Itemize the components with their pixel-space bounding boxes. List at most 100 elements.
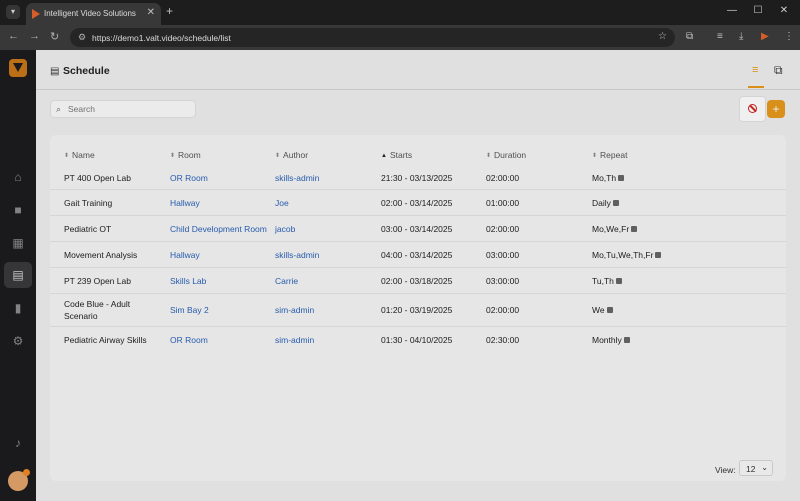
- cell-starts: 01:20 - 03/19/2025: [381, 305, 453, 315]
- page-size-select[interactable]: 12 ⌄: [739, 460, 773, 476]
- settings-icon[interactable]: ⚙: [0, 328, 36, 354]
- column-header-author[interactable]: ⬍ Author: [275, 150, 308, 160]
- cell-room-link[interactable]: Skills Lab: [170, 276, 206, 286]
- browser-tabstrip: ▾ Intelligent Video Solutions ✕ + — ☐ ✕: [0, 0, 800, 25]
- cell-room-link[interactable]: OR Room: [170, 335, 208, 345]
- cell-room-link[interactable]: Child Development Room: [170, 224, 267, 234]
- minimize-icon[interactable]: —: [726, 5, 738, 16]
- schedule-table: ⬍ Name ⬍ Room ⬍ Author ▲ Starts ⬍ Duration ⬍ R…: [50, 135, 786, 481]
- user-avatar[interactable]: [8, 469, 30, 491]
- home-icon[interactable]: ⌂: [0, 164, 36, 190]
- table-row[interactable]: Pediatric OT Child Development Room jaco…: [50, 216, 786, 242]
- extensions-icon[interactable]: ⧉: [686, 31, 693, 42]
- cell-author-link[interactable]: skills-admin: [275, 173, 319, 183]
- cell-name: Pediatric OT: [64, 224, 112, 234]
- cell-author-link[interactable]: skills-admin: [275, 250, 319, 260]
- search-input[interactable]: [68, 103, 190, 115]
- reload-icon[interactable]: ↻: [50, 30, 59, 43]
- cell-name: Pediatric Airway Skills: [64, 335, 147, 345]
- cell-name: Code Blue - Adult Scenario: [64, 299, 131, 321]
- main-content: ▤ Schedule ≡ ⧉ ⌕ + ⬍Name ⬍Room ⬍Author ▲…: [36, 50, 800, 501]
- cell-room-link[interactable]: OR Room: [170, 173, 208, 183]
- notifications-bell-icon[interactable]: ♪: [0, 430, 36, 456]
- tab-search-icon[interactable]: ▾: [6, 5, 20, 19]
- app-sidebar: ⌂ ■ ▦ ▤ ▮ ⚙ ♪: [0, 50, 36, 501]
- cell-duration: 03:00:00: [486, 276, 520, 286]
- bookmark-star-icon[interactable]: ☆: [658, 31, 667, 42]
- sort-icon: ⬍: [64, 153, 70, 159]
- repeat-info-icon[interactable]: [655, 252, 662, 258]
- repeat-info-icon[interactable]: [623, 337, 630, 343]
- cancel-schedule-button[interactable]: [740, 97, 765, 121]
- address-url: https://demo1.valt.video/schedule/list: [92, 33, 231, 43]
- cell-room-link[interactable]: Hallway: [170, 198, 200, 208]
- column-header-duration[interactable]: ⬍ Duration: [486, 150, 526, 160]
- cell-repeat: Tu,Th: [592, 276, 622, 286]
- site-info-icon[interactable]: ⚙: [78, 32, 86, 43]
- cell-starts: 02:00 - 03/14/2025: [381, 198, 453, 208]
- cell-author-link[interactable]: Carrie: [275, 276, 298, 286]
- cell-starts: 01:30 - 04/10/2025: [381, 335, 453, 345]
- browser-tab[interactable]: Intelligent Video Solutions ✕: [26, 3, 161, 25]
- calendar-view-icon[interactable]: ⧉: [774, 63, 783, 78]
- cell-duration: 01:00:00: [486, 198, 520, 208]
- table-row[interactable]: Movement Analysis Hallway skills-admin 0…: [50, 242, 786, 268]
- forward-icon[interactable]: →: [29, 30, 40, 42]
- column-header-starts[interactable]: ▲ Starts: [381, 150, 412, 160]
- app-logo-icon[interactable]: [9, 59, 27, 77]
- cell-room-link[interactable]: Hallway: [170, 250, 200, 260]
- cell-author-link[interactable]: sim-admin: [275, 305, 314, 315]
- table-row[interactable]: PT 400 Open Lab OR Room skills-admin 21:…: [50, 164, 786, 190]
- list-view-active-indicator: [748, 86, 764, 88]
- new-tab-icon[interactable]: +: [166, 4, 173, 18]
- favicon-icon: [32, 9, 40, 19]
- cell-repeat: Mo,We,Fr: [592, 224, 638, 234]
- cell-repeat: Daily: [592, 198, 619, 208]
- video-camera-icon[interactable]: ■: [0, 197, 36, 223]
- repeat-info-icon[interactable]: [631, 226, 638, 232]
- chevron-down-icon: ⌄: [761, 463, 768, 472]
- sort-ascending-icon: ▲: [381, 153, 387, 159]
- repeat-info-icon[interactable]: [615, 278, 622, 284]
- table-row[interactable]: Pediatric Airway Skills OR Room sim-admi…: [50, 327, 786, 353]
- column-header-room[interactable]: ⬍ Room: [170, 150, 201, 160]
- profile-extension-icon[interactable]: ▶: [761, 31, 769, 42]
- back-icon[interactable]: ←: [8, 30, 19, 42]
- cell-author-link[interactable]: sim-admin: [275, 335, 314, 345]
- cell-name: Movement Analysis: [64, 250, 138, 260]
- header-divider: [36, 89, 800, 90]
- cell-starts: 03:00 - 03/14/2025: [381, 224, 453, 234]
- sort-icon: ⬍: [275, 153, 281, 159]
- repeat-info-icon[interactable]: [618, 175, 625, 181]
- window-close-icon[interactable]: ✕: [778, 5, 790, 16]
- browser-menu-icon[interactable]: ⋮: [784, 31, 794, 42]
- column-header-name[interactable]: ⬍ Name: [64, 150, 95, 160]
- repeat-info-icon[interactable]: [612, 200, 619, 206]
- tab-close-icon[interactable]: ✕: [147, 7, 155, 18]
- cell-author-link[interactable]: Joe: [275, 198, 289, 208]
- analytics-icon[interactable]: ▮: [0, 295, 36, 321]
- search-box: ⌕: [50, 100, 196, 118]
- cell-room-link[interactable]: Sim Bay 2: [170, 305, 209, 315]
- sort-icon: ⬍: [592, 153, 598, 159]
- reading-list-icon[interactable]: ≡: [717, 31, 723, 42]
- table-row[interactable]: PT 239 Open Lab Skills Lab Carrie 02:00 …: [50, 268, 786, 294]
- add-schedule-button[interactable]: +: [767, 100, 785, 118]
- download-icon[interactable]: ⤓: [739, 31, 743, 42]
- repeat-info-icon[interactable]: [606, 307, 613, 313]
- cell-name: PT 239 Open Lab: [64, 276, 131, 286]
- cell-author-link[interactable]: jacob: [275, 224, 295, 234]
- recordings-icon[interactable]: ▦: [0, 230, 36, 256]
- schedule-page-icon: ▤: [50, 66, 60, 77]
- table-row[interactable]: Gait Training Hallway Joe 02:00 - 03/14/…: [50, 190, 786, 216]
- column-header-repeat[interactable]: ⬍ Repeat: [592, 150, 627, 160]
- address-bar[interactable]: ⚙ https://demo1.valt.video/schedule/list…: [70, 28, 675, 47]
- list-view-icon[interactable]: ≡: [752, 64, 758, 76]
- table-row[interactable]: Code Blue - Adult Scenario Sim Bay 2 sim…: [50, 294, 786, 327]
- page-size-value: 12: [746, 464, 756, 474]
- maximize-icon[interactable]: ☐: [752, 5, 764, 16]
- cell-name: Gait Training: [64, 198, 113, 208]
- schedule-icon[interactable]: ▤: [4, 262, 32, 288]
- page-title: Schedule: [63, 65, 110, 77]
- cell-repeat: Mo,Tu,We,Th,Fr: [592, 250, 662, 260]
